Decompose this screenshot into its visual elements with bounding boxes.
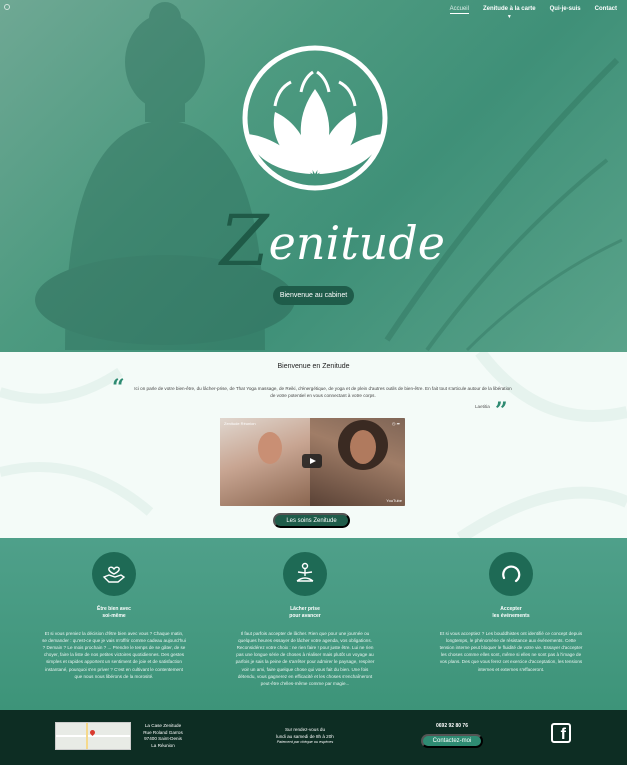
- address-line: Rue Roland Garros: [143, 729, 183, 735]
- nav-item-contact[interactable]: Contact: [595, 6, 617, 14]
- welcome-quote: Ici on parle de votre bien-être, du lâch…: [134, 386, 512, 399]
- map-road: [56, 735, 130, 737]
- quote-author: Laetitia: [475, 404, 490, 409]
- main-nav: Accueil Zenitude à la carte ▼ Qui-je-suis…: [449, 6, 617, 20]
- feature-icon-circle: [283, 552, 327, 596]
- hours-line: lundi au samedi de 8h à 20h: [276, 733, 334, 739]
- bienvenue-cabinet-button[interactable]: Bienvenue au cabinet: [273, 286, 354, 305]
- feature-icon-circle: [489, 552, 533, 596]
- facebook-icon[interactable]: f: [551, 723, 571, 743]
- brand-name: enitude: [268, 216, 445, 270]
- chevron-down-icon: ▼: [506, 14, 512, 20]
- feature-card-bien: Être bien avec soi-même Et si vous prenie…: [24, 552, 204, 680]
- hours-line: Sur rendez-vous du: [284, 727, 326, 732]
- feature-card-accepter: Accepter les événements Et si vous accept…: [421, 552, 601, 673]
- footer-address: La Case Zenitude Rue Roland Garros 97400…: [133, 723, 193, 750]
- welcome-title: Bienvenue en Zenitude: [277, 363, 350, 370]
- share-icon[interactable]: ◷ ➦: [392, 421, 400, 426]
- feature-title: Être bien avec soi-même: [24, 606, 204, 620]
- video-person-2: [350, 430, 376, 464]
- quote-close-icon: ”: [495, 398, 508, 424]
- location-map[interactable]: [55, 722, 131, 750]
- feature-title-line: Être bien avec: [97, 606, 131, 612]
- nav-item-label: Zenitude à la carte: [482, 6, 536, 12]
- user-icon[interactable]: [4, 4, 10, 10]
- cycle-icon: [502, 565, 521, 583]
- feature-title: Accepter les événements: [421, 606, 601, 620]
- video-person-1: [258, 432, 282, 464]
- video-title: Zenitude Réunion: [224, 421, 256, 426]
- feature-title-line: soi-même: [102, 613, 126, 619]
- feature-title: Lâcher prise pour avancer: [215, 606, 395, 620]
- nav-item-qui-je-suis[interactable]: Qui-je-suis: [550, 6, 581, 14]
- address-line: 97400 Saint-Denis: [144, 736, 182, 742]
- soins-zenitude-button[interactable]: Les soins Zenitude: [273, 513, 350, 528]
- footer: La Case Zenitude Rue Roland Garros 97400…: [0, 710, 627, 765]
- features-section: Être bien avec soi-même Et si vous prenie…: [0, 538, 627, 710]
- plant-leaves-image: [384, 57, 623, 352]
- feature-title-line: pour avancer: [289, 613, 321, 619]
- feature-icon-circle: [92, 552, 136, 596]
- lotus-logo-icon: [242, 45, 388, 191]
- youtube-logo[interactable]: YouTube: [386, 498, 402, 503]
- payment-note: Paiement par chèque ou espèces: [276, 740, 334, 745]
- welcome-section: Bienvenue en Zenitude “ Ici on parle de …: [0, 352, 627, 538]
- contact-button[interactable]: Contactez-moi: [421, 734, 483, 748]
- feature-text: Il faut parfois accepter de lâcher. Rien…: [235, 631, 375, 686]
- map-road: [86, 723, 88, 749]
- feature-title-line: Accepter: [500, 606, 522, 612]
- brand-logo-text: Zenitude: [220, 200, 445, 282]
- address-line: La Réunion: [151, 742, 175, 748]
- nav-item-zenitude-carte[interactable]: Zenitude à la carte ▼: [482, 6, 536, 20]
- feature-title-line: Lâcher prise: [290, 606, 320, 612]
- meditation-icon: [296, 562, 314, 582]
- quote-open-icon: “: [112, 375, 125, 401]
- nav-item-accueil[interactable]: Accueil: [449, 6, 469, 14]
- feature-title-line: les événements: [492, 613, 530, 619]
- play-icon[interactable]: [302, 454, 322, 468]
- footer-phone[interactable]: 0692 92 80 76: [420, 723, 484, 729]
- feature-text: Et si vous preniez la décision d'être bi…: [42, 631, 186, 679]
- feature-card-lacher-prise: Lâcher prise pour avancer Il faut parfois…: [215, 552, 395, 687]
- hero-section: Accueil Zenitude à la carte ▼ Qui-je-suis…: [0, 0, 627, 352]
- feature-text: Et si vous acceptiez ? Les bouddhistes o…: [439, 631, 583, 672]
- footer-hours: Sur rendez-vous du lundi au samedi de 8h…: [255, 727, 355, 746]
- hands-heart-icon: [102, 566, 126, 583]
- brand-initial: Z: [220, 200, 269, 282]
- address-line: La Case Zenitude: [144, 723, 182, 728]
- video-player[interactable]: Zenitude Réunion ◷ ➦ YouTube: [220, 418, 405, 506]
